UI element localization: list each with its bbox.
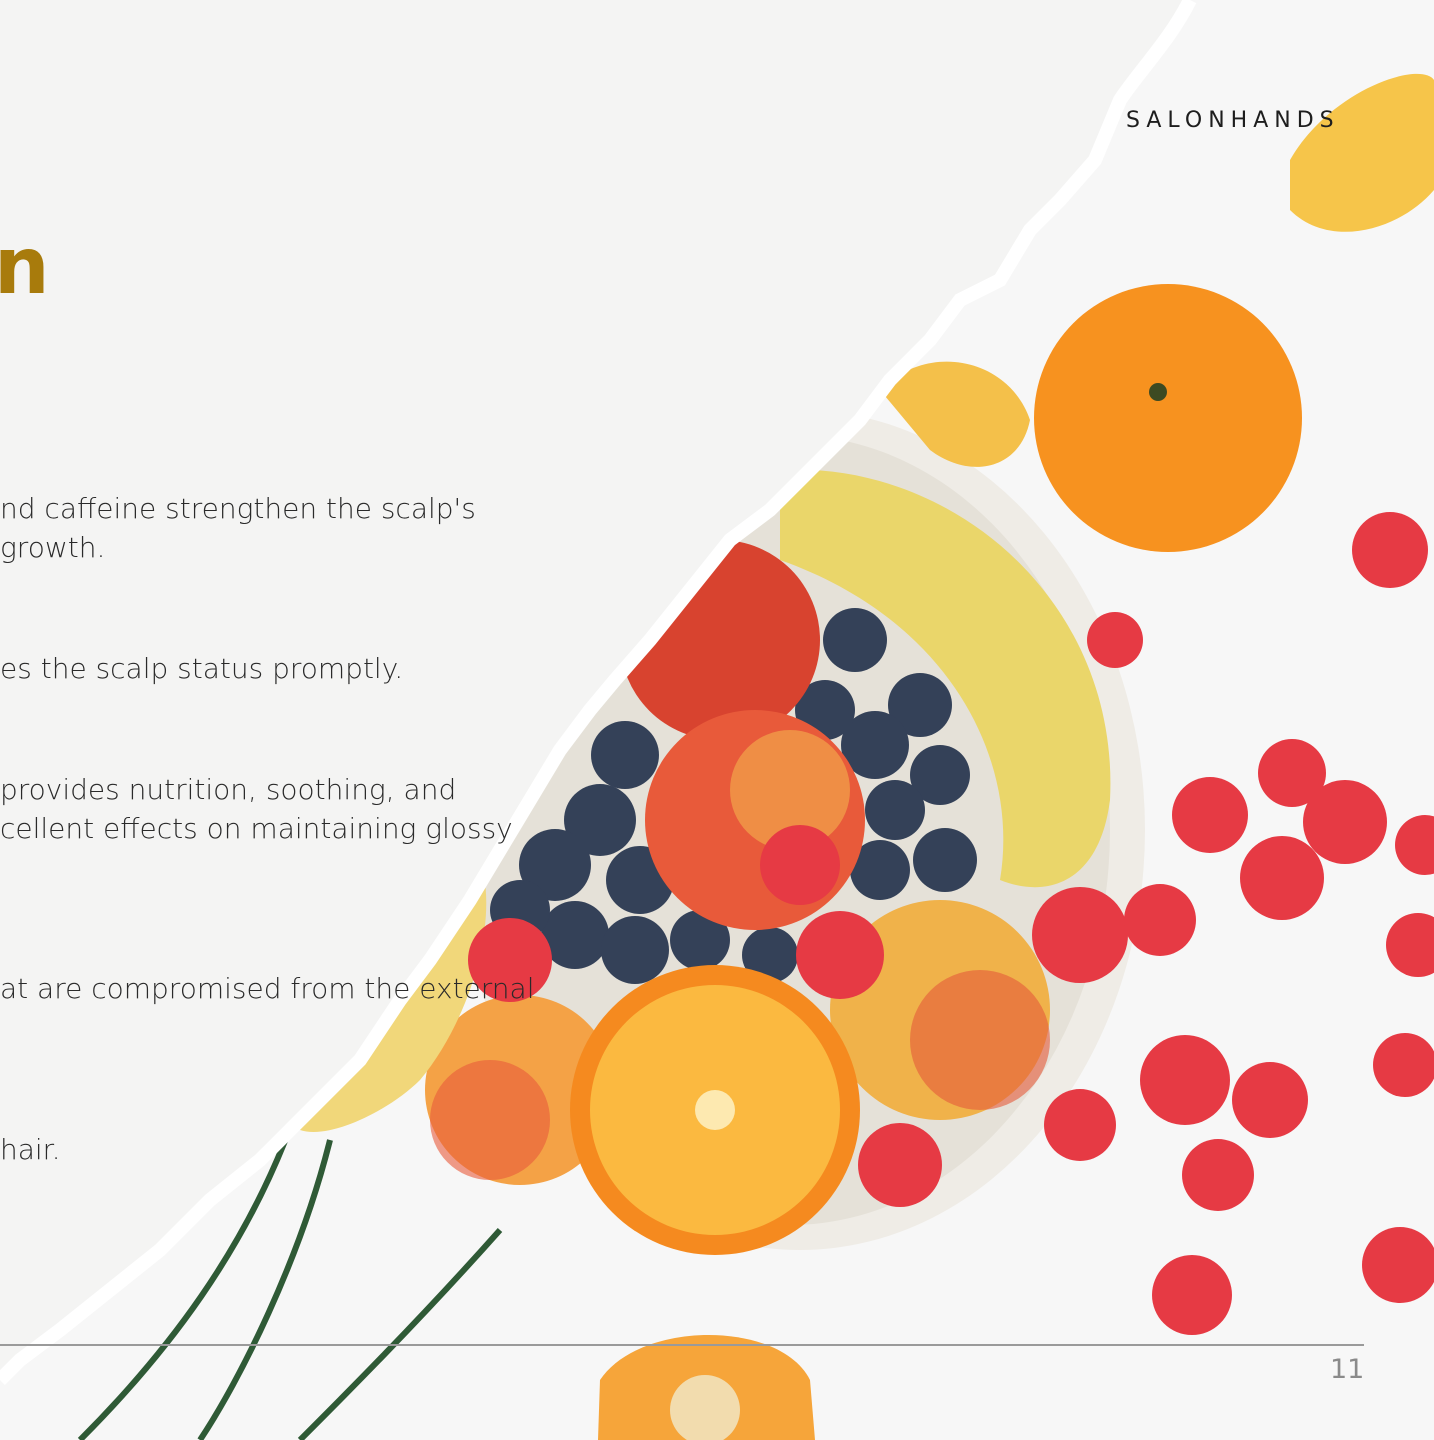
page-number: 11 [1330,1354,1365,1385]
torn-paper-overlay [0,0,1197,1385]
body-text-line: es the scalp status promptly. [0,652,404,685]
body-text-line: hair. [0,1133,61,1166]
footer-divider [0,1344,1364,1346]
body-text-line: cellent effects on maintaining glossy [0,812,513,845]
body-text-line: at are compromised from the external [0,972,535,1005]
body-text-line: growth. [0,531,106,564]
body-text-line: nd caffeine strengthen the scalp's [0,492,476,525]
section-heading: n [0,222,50,312]
brand-logo: SALONHANDS [1126,108,1340,133]
brochure-page: SALONHANDS n nd caffeine strengthen the … [0,0,1434,1440]
body-text-line: provides nutrition, soothing, and [0,773,457,806]
